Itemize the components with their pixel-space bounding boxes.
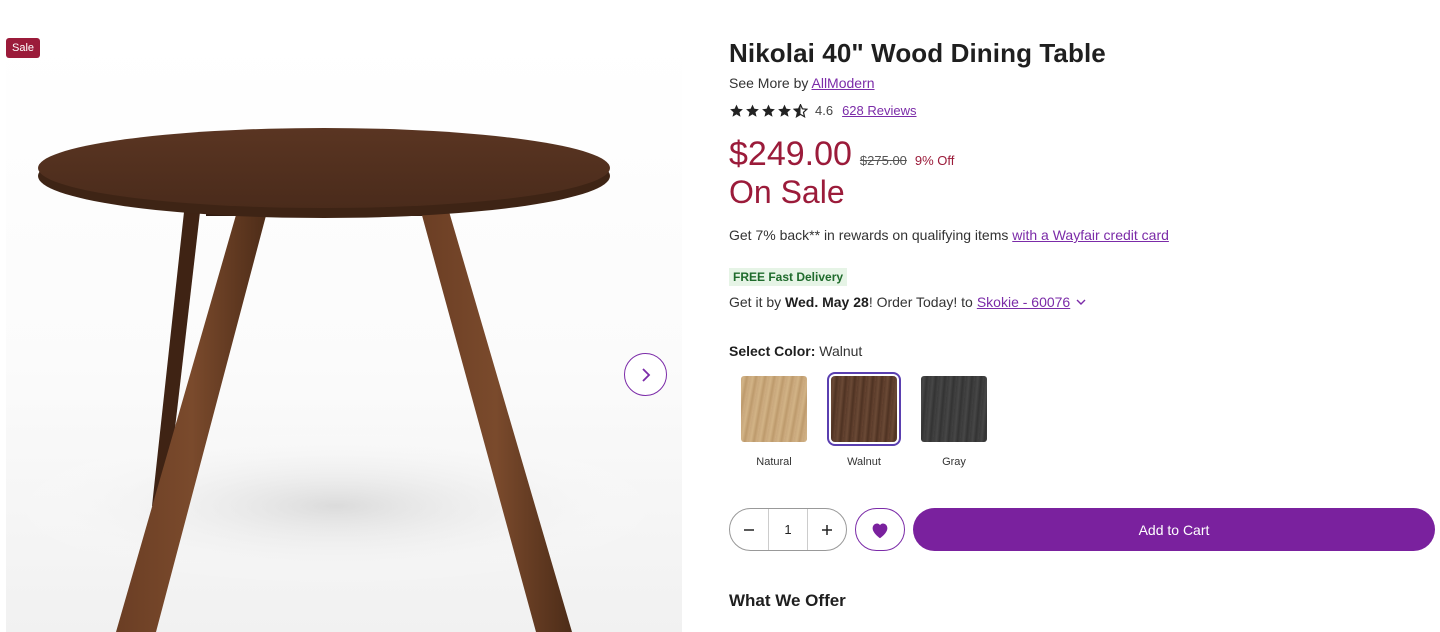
star-rating	[729, 103, 808, 118]
delivery-date: Wed. May 28	[785, 294, 869, 310]
on-sale-label: On Sale	[729, 174, 845, 210]
color-selector-label: Select Color: Walnut	[729, 343, 1435, 359]
natural-wood-swatch	[741, 376, 807, 442]
star-full-icon	[778, 104, 791, 117]
reviews-link[interactable]: 628 Reviews	[842, 103, 916, 118]
original-price: $275.00	[859, 153, 907, 168]
product-title: Nikolai 40" Wood Dining Table	[729, 38, 1106, 68]
delivery-middle: ! Order Today! to	[868, 294, 973, 310]
brand-link[interactable]: AllModern	[812, 75, 875, 91]
favorite-button[interactable]	[855, 508, 905, 551]
decrease-quantity-button[interactable]	[730, 509, 768, 550]
what-we-offer-heading: What We Offer	[729, 591, 846, 610]
swatch-label: Gray	[942, 456, 966, 468]
quantity-stepper: 1	[729, 508, 847, 551]
rewards-line: Get 7% back** in rewards on qualifying i…	[729, 227, 1435, 243]
delivery-badge: FREE Fast Delivery	[729, 268, 848, 286]
minus-icon	[744, 528, 754, 531]
brand-line: See More by AllModern	[729, 75, 1435, 91]
swatch-label: Natural	[756, 456, 792, 468]
rewards-text: Get 7% back** in rewards on qualifying i…	[729, 227, 1009, 243]
product-info: Nikolai 40" Wood Dining Table See More b…	[729, 36, 1435, 611]
color-swatches: Natural Walnut Gray	[729, 376, 1435, 468]
credit-card-link[interactable]: with a Wayfair credit card	[1012, 227, 1169, 243]
increase-quantity-button[interactable]	[808, 509, 846, 550]
star-full-icon	[730, 104, 743, 117]
add-to-cart-button[interactable]: Add to Cart	[913, 508, 1435, 551]
discount-percent: 9% Off	[914, 153, 955, 168]
sale-price: $249.00	[729, 135, 852, 173]
heart-icon	[872, 522, 888, 538]
star-full-icon	[762, 104, 775, 117]
swatch-natural[interactable]: Natural	[729, 376, 819, 468]
chevron-down-icon[interactable]	[1074, 297, 1088, 307]
zip-location-link[interactable]: Skokie - 60076	[977, 294, 1070, 310]
swatch-walnut[interactable]: Walnut	[819, 376, 909, 468]
quantity-value[interactable]: 1	[768, 509, 808, 550]
gray-wood-swatch	[921, 376, 987, 442]
cart-row: 1 Add to Cart	[729, 508, 1435, 551]
product-image[interactable]	[6, 36, 682, 632]
swatch-gray[interactable]: Gray	[909, 376, 999, 468]
sale-badge: Sale	[6, 38, 41, 58]
star-half-icon	[793, 103, 808, 118]
select-color-label: Select Color:	[729, 343, 816, 359]
see-more-label: See More by	[729, 75, 809, 91]
table-illustration	[6, 128, 666, 632]
selected-color: Walnut	[819, 343, 863, 359]
delivery-prefix: Get it by	[729, 294, 782, 310]
rating-row: 4.6 628 Reviews	[729, 103, 1435, 118]
chevron-right-icon	[641, 367, 650, 382]
price-row: $249.00 $275.00 9% Off	[729, 135, 1435, 174]
plus-icon	[822, 524, 832, 535]
rating-value: 4.6	[815, 103, 834, 118]
star-full-icon	[746, 104, 759, 117]
swatch-label: Walnut	[847, 456, 881, 468]
delivery-estimate: Get it by Wed. May 28! Order Today! to S…	[729, 294, 1435, 310]
next-image-button[interactable]	[624, 353, 667, 396]
walnut-wood-swatch	[831, 376, 897, 442]
